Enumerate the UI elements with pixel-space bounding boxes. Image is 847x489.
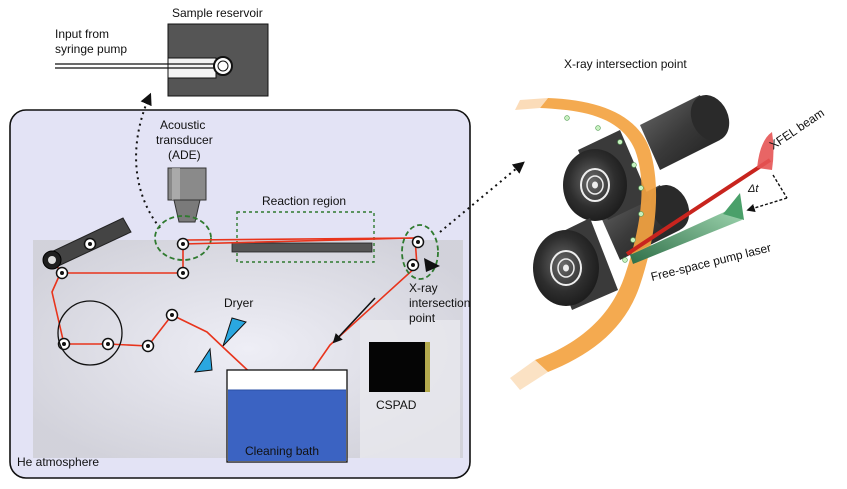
orange-tape-fade-top — [515, 98, 548, 110]
roller — [411, 235, 425, 249]
delta-t-label: Δt — [747, 183, 759, 195]
reaction-region-label: Reaction region — [262, 194, 346, 208]
roller — [101, 337, 115, 351]
roller — [55, 266, 69, 280]
cspad-edge — [425, 342, 430, 392]
delta-t-vertical — [772, 174, 788, 199]
roller — [83, 237, 97, 251]
input-label-line1: Input from — [55, 27, 109, 41]
input-label-line2: syringe pump — [55, 42, 127, 56]
sample-reservoir — [167, 23, 269, 97]
roller-entry-large — [42, 250, 62, 270]
cleaning-bath-label: Cleaning bath — [245, 444, 319, 458]
acoustic-label-line3: (ADE) — [168, 148, 201, 162]
dryer-label: Dryer — [224, 296, 253, 310]
roller — [406, 258, 420, 272]
lower-roller — [533, 218, 618, 310]
xray-label-line3: point — [409, 311, 436, 325]
reaction-plate — [231, 242, 373, 253]
cspad-label: CSPAD — [376, 398, 417, 412]
cspad-detector — [369, 342, 425, 392]
experimental-setup-diagram: Input from syringe pump Sample reservoir… — [9, 6, 827, 479]
acoustic-label-line2: transducer — [156, 133, 213, 147]
he-atmosphere-label: He atmosphere — [17, 455, 99, 469]
delta-t-arrow — [746, 197, 788, 213]
sample-reservoir-label: Sample reservoir — [172, 6, 263, 20]
roller — [165, 308, 179, 322]
roller — [176, 266, 190, 280]
acoustic-label-line1: Acoustic — [160, 118, 205, 132]
upper-roller-shaft — [640, 94, 730, 170]
xray-intersection-title: X-ray intersection point — [564, 57, 687, 71]
xray-label-line1: X-ray — [409, 281, 438, 295]
roller — [176, 237, 190, 251]
xray-label-line2: intersection — [409, 296, 470, 310]
roller — [141, 339, 155, 353]
xfel-beam-label: XFEL beam — [767, 106, 827, 153]
